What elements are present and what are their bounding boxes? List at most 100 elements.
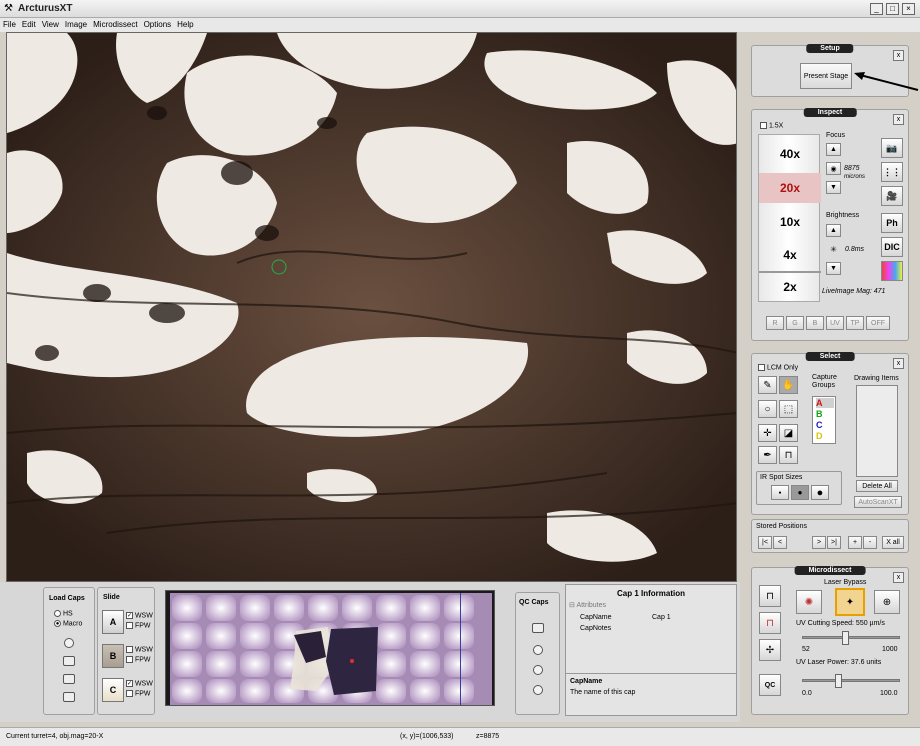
menu-options[interactable]: Options [141, 18, 175, 31]
cap-holder-4[interactable] [63, 692, 75, 702]
brightness-down-button[interactable]: ▼ [826, 262, 841, 275]
camera-icon[interactable]: 📷 [881, 138, 903, 158]
select-close-button[interactable]: x [893, 358, 904, 369]
qc-cap-position-3[interactable] [533, 685, 543, 695]
slot-c-wsw[interactable]: ✓ WSW [126, 680, 153, 687]
menu-file[interactable]: File [0, 18, 19, 31]
mag-10x[interactable]: 10x [759, 207, 821, 237]
cap-holder-2[interactable] [63, 656, 75, 666]
uv-speed-slider[interactable] [802, 631, 900, 645]
crosshair-tool-icon[interactable]: ✛ [758, 424, 777, 442]
slot-c-fpw[interactable]: FPW [126, 690, 151, 697]
menu-help[interactable]: Help [174, 18, 196, 31]
maximize-button[interactable]: □ [886, 3, 899, 15]
slot-a-fpw[interactable]: FPW [126, 622, 151, 629]
clear-all-positions-button[interactable]: X all [882, 536, 904, 549]
mag-2x[interactable]: 2x [759, 271, 821, 301]
remove-position-button[interactable]: - [863, 536, 877, 549]
slot-b-wsw[interactable]: WSW [126, 646, 153, 653]
hand-tool-icon[interactable]: ✋ [779, 376, 798, 394]
slide-overview[interactable] [165, 590, 495, 706]
radio-macro[interactable]: ● Macro [54, 620, 82, 627]
uv-power-thumb[interactable] [835, 674, 843, 688]
next-position-button[interactable]: > [812, 536, 826, 549]
menu-edit[interactable]: Edit [19, 18, 39, 31]
capname-value[interactable]: Cap 1 [652, 614, 671, 621]
group-b[interactable]: B [816, 409, 823, 419]
mag-40x[interactable]: 40x [759, 139, 821, 169]
group-d[interactable]: D [816, 431, 823, 441]
ir-laser-icon[interactable]: ✺ [796, 590, 822, 614]
filter-r-button[interactable]: R [766, 316, 784, 330]
last-position-button[interactable]: >| [827, 536, 841, 549]
circle-tool-icon[interactable]: ○ [758, 400, 777, 418]
filter-tp-button[interactable]: TP [846, 316, 864, 330]
microdissect-close-button[interactable]: x [893, 572, 904, 583]
stamp-tool-icon[interactable]: ⊓ [779, 446, 798, 464]
video-camera-icon[interactable]: 🎥 [881, 186, 903, 206]
present-stage-button[interactable]: Present Stage [800, 63, 852, 89]
add-position-button[interactable]: + [848, 536, 862, 549]
menu-microdissect[interactable]: Microdissect [90, 18, 140, 31]
radio-hs[interactable]: HS [54, 610, 73, 617]
qc-cap-button[interactable]: QC [759, 674, 781, 696]
rectangle-tool-icon[interactable]: ⬚ [779, 400, 798, 418]
line-tool-icon[interactable]: ✎ [758, 376, 777, 394]
cap-holder-3[interactable] [63, 674, 75, 684]
filter-uv-button[interactable]: UV [826, 316, 844, 330]
spot-medium-icon[interactable]: ● [791, 485, 809, 500]
filter-off-button[interactable]: OFF [866, 316, 890, 330]
close-window-button[interactable]: × [902, 3, 915, 15]
microscope-live-view[interactable] [6, 32, 737, 582]
pen-tool-icon[interactable]: ✒ [758, 446, 777, 464]
filter-g-button[interactable]: G [786, 316, 804, 330]
prev-position-button[interactable]: < [773, 536, 787, 549]
dic-button[interactable]: DIC [881, 237, 903, 257]
focus-up-button[interactable]: ▲ [826, 143, 841, 156]
slide-slot-a[interactable]: A [102, 610, 124, 634]
slide-slot-b[interactable]: B [102, 644, 124, 668]
option-1-5x[interactable]: 1.5X [760, 122, 783, 129]
grid-icon[interactable]: ⋮⋮ [881, 162, 903, 182]
delete-all-button[interactable]: Delete All [856, 480, 898, 492]
capture-groups-list[interactable]: A B C D [812, 396, 836, 444]
target-icon[interactable]: ⊕ [874, 590, 900, 614]
phase-contrast-button[interactable]: Ph [881, 213, 903, 233]
spot-large-icon[interactable]: ● [811, 485, 829, 500]
focus-unit: microns [844, 174, 866, 180]
spot-small-icon[interactable]: ● [771, 485, 789, 500]
qc-cap-holder[interactable] [532, 623, 544, 633]
eraser-tool-icon[interactable]: ◪ [779, 424, 798, 442]
cap-position-1[interactable] [64, 638, 74, 648]
group-c[interactable]: C [816, 420, 823, 430]
qc-cap-position-1[interactable] [533, 645, 543, 655]
menu-image[interactable]: Image [62, 18, 90, 31]
menu-view[interactable]: View [39, 18, 62, 31]
slot-a-wsw[interactable]: ✓ WSW [126, 612, 153, 619]
eye-icon[interactable]: ◉ [826, 162, 841, 175]
color-filter-icon[interactable] [881, 261, 903, 281]
filter-b-button[interactable]: B [806, 316, 824, 330]
uv-speed-thumb[interactable] [842, 631, 850, 645]
brightness-up-button[interactable]: ▲ [826, 224, 841, 237]
cut-tool-icon[interactable]: ✢ [759, 639, 781, 661]
lcm-only-checkbox[interactable]: LCM Only [758, 364, 798, 371]
qc-cap-position-2[interactable] [533, 665, 543, 675]
slide-slot-c[interactable]: C [102, 678, 124, 702]
cap-place-icon[interactable]: ⊓ [759, 612, 781, 634]
first-position-button[interactable]: |< [758, 536, 772, 549]
attributes-node[interactable]: ⊟ Attributes [569, 601, 606, 609]
group-a[interactable]: A [816, 398, 834, 408]
focus-down-button[interactable]: ▼ [826, 181, 841, 194]
inspect-close-button[interactable]: x [893, 114, 904, 125]
mag-20x[interactable]: 20x [759, 173, 821, 203]
uv-power-slider[interactable] [802, 674, 900, 688]
autoscan-button[interactable]: AutoScanXT [854, 496, 902, 508]
drawing-items-list[interactable] [856, 385, 898, 477]
minimize-button[interactable]: _ [870, 3, 883, 15]
slot-b-fpw[interactable]: FPW [126, 656, 151, 663]
setup-close-button[interactable]: x [893, 50, 904, 61]
uv-laser-icon[interactable]: ✦ [835, 588, 865, 616]
cap-lift-icon[interactable]: ⊓ [759, 585, 781, 607]
mag-4x[interactable]: 4x [759, 240, 821, 270]
